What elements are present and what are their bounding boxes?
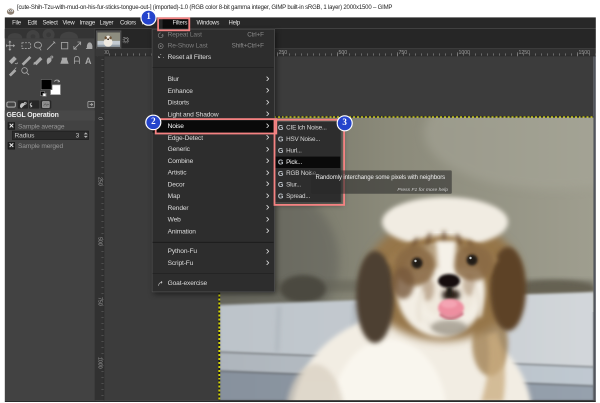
svg-text:A: A	[85, 56, 92, 66]
